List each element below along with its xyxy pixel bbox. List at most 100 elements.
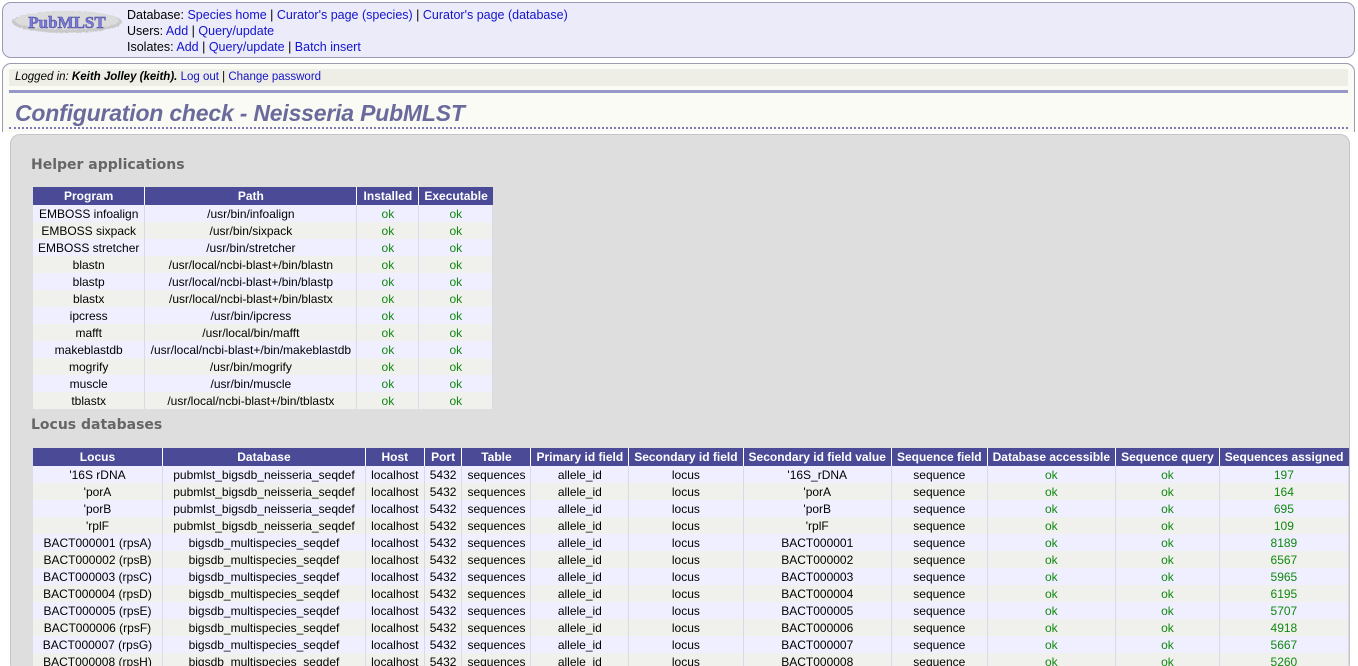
table-cell: /usr/bin/sixpack <box>144 222 358 239</box>
column-header-database-accessible: Database accessible <box>987 448 1117 466</box>
site-nav: Database: Species home | Curator's page … <box>127 3 568 55</box>
table-cell: 5432 <box>424 636 463 653</box>
site-header-panel: PubMLST Database: Species home | Curator… <box>2 2 1355 58</box>
header-rule <box>9 90 1348 93</box>
link-curators-page-species[interactable]: Curator's page (species) <box>277 8 413 22</box>
table-cell: ok <box>1115 517 1220 534</box>
table-cell: localhost <box>365 585 425 602</box>
column-header-program: Program <box>33 187 146 205</box>
table-cell: bigsdb_multispecies_seqdef <box>162 602 366 619</box>
table-cell: 5432 <box>424 466 463 483</box>
table-cell: sequence <box>891 653 988 666</box>
table-cell: ok <box>1115 585 1220 602</box>
table-cell: allele_id <box>530 466 630 483</box>
logo-container[interactable]: PubMLST <box>3 3 127 37</box>
table-row: BACT000006 (rpsF) bigsdb_multispecies_seq… <box>33 619 1349 636</box>
table-cell: sequence <box>891 534 988 551</box>
table-cell: allele_id <box>530 585 630 602</box>
table-cell: ok <box>987 619 1117 636</box>
table-row: '16S rDNA pubmlst_bigsdb_neisseria_seqdef… <box>33 466 1349 483</box>
table-cell: locus <box>628 534 744 551</box>
table-cell: locus <box>628 636 744 653</box>
table-row: 'porA pubmlst_bigsdb_neisseria_seqdef loca… <box>33 483 1349 500</box>
table-cell: 'porA <box>33 483 163 500</box>
table-cell: BACT000001 <box>743 534 892 551</box>
table-cell: muscle <box>33 375 146 392</box>
table-cell: 'porA <box>743 483 892 500</box>
table-cell: bigsdb_multispecies_seqdef <box>162 636 366 653</box>
table-cell: sequences <box>461 551 532 568</box>
table-cell: allele_id <box>530 551 630 568</box>
table-cell: ok <box>356 290 420 307</box>
table-cell: 8189 <box>1219 534 1349 551</box>
table-cell: ok <box>1115 602 1220 619</box>
table-cell: 5432 <box>424 500 463 517</box>
table-cell: EMBOSS infoalign <box>33 205 146 222</box>
link-species-home[interactable]: Species home <box>187 8 266 22</box>
table-cell: 'porB <box>743 500 892 517</box>
table-row: blastn/usr/local/ncbi-blast+/bin/blastn o… <box>33 256 494 273</box>
table-cell: pubmlst_bigsdb_neisseria_seqdef <box>162 500 366 517</box>
table-cell: allele_id <box>530 534 630 551</box>
table-cell: allele_id <box>530 602 630 619</box>
table-cell: ok <box>987 534 1117 551</box>
table-row: tblastx/usr/local/ncbi-blast+/bin/tblast… <box>33 392 494 409</box>
table-cell: 6567 <box>1219 551 1349 568</box>
table-cell: makeblastdb <box>33 341 146 358</box>
table-cell: BACT000004 <box>743 585 892 602</box>
nav-label-users: Users: <box>127 24 164 38</box>
link-isolates-batch-insert[interactable]: Batch insert <box>295 40 361 54</box>
table-cell: ok <box>356 324 420 341</box>
table-cell: sequence <box>891 483 988 500</box>
logout-link[interactable]: Log out <box>181 71 219 83</box>
table-cell: bigsdb_multispecies_seqdef <box>162 619 366 636</box>
table-cell: localhost <box>365 551 425 568</box>
table-cell: sequence <box>891 619 988 636</box>
change-password-link[interactable]: Change password <box>228 71 321 83</box>
table-cell: sequence <box>891 500 988 517</box>
nav-separator: | <box>270 8 274 22</box>
table-cell: locus <box>628 619 744 636</box>
nav-label-isolates: Isolates: <box>127 40 174 54</box>
table-row: BACT000008 (rpsH) bigsdb_multispecies_seq… <box>33 653 1349 666</box>
column-header-primary-id-field: Primary id field <box>530 448 630 466</box>
table-row: mogrify/usr/bin/mogrify ok ok <box>33 358 494 375</box>
table-cell: sequences <box>461 619 532 636</box>
link-users-query-update[interactable]: Query/update <box>198 24 274 38</box>
table-cell: sequences <box>461 636 532 653</box>
nav-separator: | <box>288 40 292 54</box>
table-cell: BACT000001 (rpsA) <box>33 534 163 551</box>
table-cell: ok <box>987 517 1117 534</box>
session-panel: Logged in: Keith Jolley (keith). Log out… <box>2 63 1355 101</box>
column-header-host: Host <box>365 448 425 466</box>
table-cell: localhost <box>365 517 425 534</box>
table-row: blastx/usr/local/ncbi-blast+/bin/blastx o… <box>33 290 494 307</box>
table-cell: localhost <box>365 568 425 585</box>
table-cell: allele_id <box>530 517 630 534</box>
title-dotted-divider <box>9 127 1348 129</box>
link-curators-page-database[interactable]: Curator's page (database) <box>423 8 568 22</box>
table-row: EMBOSS infoalign/usr/bin/infoalign ok ok <box>33 205 494 222</box>
table-cell: locus <box>628 653 744 666</box>
table-cell: BACT000005 <box>743 602 892 619</box>
table-cell: sequence <box>891 636 988 653</box>
table-cell: /usr/local/ncbi-blast+/bin/makeblastdb <box>144 341 358 358</box>
link-isolates-query-update[interactable]: Query/update <box>209 40 285 54</box>
link-users-add[interactable]: Add <box>166 24 188 38</box>
table-cell: allele_id <box>530 619 630 636</box>
link-isolates-add[interactable]: Add <box>176 40 198 54</box>
column-header-executable: Executable <box>418 187 493 205</box>
table-cell: ok <box>987 568 1117 585</box>
table-cell: sequences <box>461 653 532 666</box>
table-cell: mafft <box>33 324 146 341</box>
table-cell: ok <box>356 341 420 358</box>
table-cell: tblastx <box>33 392 146 409</box>
table-cell: BACT000004 (rpsD) <box>33 585 163 602</box>
table-cell: /usr/bin/mogrify <box>144 358 358 375</box>
table-cell: 5707 <box>1219 602 1349 619</box>
table-row: BACT000004 (rpsD) bigsdb_multispecies_seq… <box>33 585 1349 602</box>
nav-label-database: Database: <box>127 8 184 22</box>
column-header-secondary-id-field-value: Secondary id field value <box>743 448 892 466</box>
table-cell: BACT000003 <box>743 568 892 585</box>
title-panel: Configuration check - Neisseria PubMLST <box>2 100 1355 132</box>
